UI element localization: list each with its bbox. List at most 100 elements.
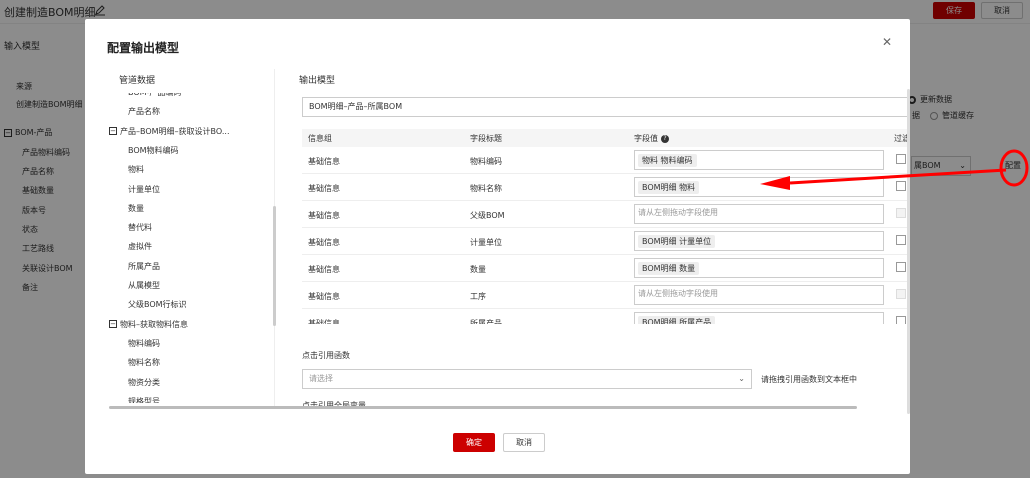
func-placeholder: 请选择 <box>309 374 333 383</box>
tree-item[interactable]: 物料编码 <box>128 335 160 353</box>
table-row: 基础信息 物料名称 BOM明细 物料 <box>302 174 909 201</box>
tree-item[interactable]: BOM物料编码 <box>128 142 179 160</box>
field-value-input[interactable]: 物料 物料编码 <box>634 150 884 170</box>
tree-item-label: 所属产品 <box>128 261 160 271</box>
tree-item-label: 从属模型 <box>128 281 160 290</box>
col-value-label: 字段值 <box>634 134 658 143</box>
cell-field: 数量 <box>470 265 486 274</box>
confirm-button[interactable]: 确定 <box>453 433 495 452</box>
tree-item[interactable]: 所属产品 <box>128 258 160 276</box>
table-header: 信息组 字段标题 字段值? 过滤 <box>302 129 909 147</box>
field-value-input[interactable]: BOM明细 所属产品 <box>634 312 884 324</box>
tree-item[interactable]: 产品名称 <box>128 103 160 121</box>
tree-item-label: 数量 <box>128 203 144 213</box>
cell-field: 所属产品 <box>470 319 502 324</box>
tree-item[interactable]: 物料 <box>128 161 144 179</box>
tree-item[interactable]: 虚拟件 <box>128 238 152 256</box>
output-model-panel: 输出模型 BOM明细–产品–所属BOM 信息组 字段标题 字段值? 过滤 基础信… <box>289 69 909 409</box>
field-value-input[interactable]: BOM明细 物料 <box>634 177 884 197</box>
filter-checkbox[interactable] <box>896 181 906 191</box>
close-icon[interactable]: ✕ <box>882 35 892 49</box>
tree-group[interactable]: − 产品–BOM明细–获取设计BO... <box>109 123 230 141</box>
collapse-icon[interactable]: − <box>109 320 117 329</box>
help-icon[interactable]: ? <box>661 134 669 143</box>
tree-item[interactable]: 替代料 <box>128 219 152 237</box>
output-model-title: 输出模型 <box>299 76 336 86</box>
tree-item-label: 虚拟件 <box>128 242 152 252</box>
table-row: 基础信息 工序 请从左侧拖动字段使用 <box>302 282 909 309</box>
field-table: 信息组 字段标题 字段值? 过滤 基础信息 物料编码 物料 物料编码 基础信息 物料名称… <box>302 129 909 324</box>
value-tag[interactable]: 物料 物料编码 <box>638 154 697 167</box>
cell-field: 父级BOM <box>470 211 505 220</box>
right-scrollbar[interactable] <box>907 89 910 414</box>
value-tag[interactable]: BOM明细 物料 <box>638 181 700 194</box>
filter-checkbox[interactable] <box>896 235 906 245</box>
filter-checkbox[interactable] <box>896 262 906 272</box>
tree-item-label: 父级BOM行标识 <box>128 300 187 310</box>
tree-item[interactable]: 计量单位 <box>128 181 160 199</box>
table-row: 基础信息 物料编码 物料 物料编码 <box>302 147 909 174</box>
func-label: 点击引用函数 <box>302 351 350 360</box>
cell-group: 基础信息 <box>308 184 340 193</box>
output-model-input[interactable]: BOM明细–产品–所属BOM <box>302 97 909 117</box>
left-scrollbar[interactable] <box>273 206 276 326</box>
field-value-input[interactable]: 请从左侧拖动字段使用 <box>634 285 884 305</box>
tree-item[interactable]: 从属模型 <box>128 277 160 295</box>
field-value-input[interactable]: BOM明细 数量 <box>634 258 884 278</box>
tree-item-label: 物料名称 <box>128 358 160 368</box>
filter-checkbox <box>896 208 906 218</box>
tree-item-label: 物料 <box>128 165 144 175</box>
tree-item[interactable]: BOM-产品编码 <box>128 93 181 102</box>
col-value: 字段值? <box>634 133 669 144</box>
field-value-input[interactable]: BOM明细 计量单位 <box>634 231 884 251</box>
tree-item-label: 产品–BOM明细–获取设计BO... <box>120 126 230 136</box>
config-output-modal: 配置输出模型 ✕ 管道数据 BOM-产品编码产品名称−产品–BOM明细–获取设计… <box>85 19 910 474</box>
field-value-input[interactable]: 请从左侧拖动字段使用 <box>634 204 884 224</box>
cell-group: 基础信息 <box>308 292 340 301</box>
pipeline-data-panel: 管道数据 BOM-产品编码产品名称−产品–BOM明细–获取设计BO...BOM物… <box>109 69 275 407</box>
filter-checkbox[interactable] <box>896 154 906 164</box>
filter-checkbox <box>896 289 906 299</box>
cell-group: 基础信息 <box>308 265 340 274</box>
tree-item-label: 规格型号 <box>128 396 160 403</box>
cell-field: 物料名称 <box>470 184 502 193</box>
table-row: 基础信息 父级BOM 请从左侧拖动字段使用 <box>302 201 909 228</box>
value-tag[interactable]: BOM明细 所属产品 <box>638 316 716 324</box>
table-row: 基础信息 所属产品 BOM明细 所属产品 <box>302 309 909 324</box>
cell-field: 工序 <box>470 292 486 301</box>
collapse-icon[interactable]: − <box>109 127 117 136</box>
tree-item-label: 计量单位 <box>128 184 160 194</box>
tree-item[interactable]: 父级BOM行标识 <box>128 296 187 314</box>
modal-cancel-button[interactable]: 取消 <box>503 433 545 452</box>
value-tag[interactable]: BOM明细 数量 <box>638 262 700 275</box>
table-row: 基础信息 计量单位 BOM明细 计量单位 <box>302 228 909 255</box>
tree-item[interactable]: 规格型号 <box>128 393 160 403</box>
cell-field: 计量单位 <box>470 238 502 247</box>
cell-field: 物料编码 <box>470 157 502 166</box>
col-group: 信息组 <box>308 134 332 143</box>
col-field: 字段标题 <box>470 134 502 143</box>
cell-group: 基础信息 <box>308 157 340 166</box>
tree-item[interactable]: 物料名称 <box>128 354 160 372</box>
tree-item-label: 产品名称 <box>128 107 160 117</box>
func-hint: 请拖拽引用函数到文本框中 <box>761 375 857 384</box>
pipeline-tree: BOM-产品编码产品名称−产品–BOM明细–获取设计BO...BOM物料编码物料… <box>109 93 269 403</box>
cell-group: 基础信息 <box>308 238 340 247</box>
tree-item-label: 替代料 <box>128 223 152 233</box>
value-placeholder: 请从左侧拖动字段使用 <box>638 208 718 217</box>
chevron-down-icon: ⌄ <box>738 374 745 383</box>
table-row: 基础信息 数量 BOM明细 数量 <box>302 255 909 282</box>
pipeline-data-title: 管道数据 <box>119 76 156 86</box>
tree-item[interactable]: 数量 <box>128 200 144 218</box>
horizontal-scrollbar[interactable] <box>109 406 857 409</box>
value-tag[interactable]: BOM明细 计量单位 <box>638 235 716 248</box>
tree-item-label: BOM-产品编码 <box>128 93 181 97</box>
modal-title: 配置输出模型 <box>107 41 180 55</box>
tree-item[interactable]: 物资分类 <box>128 374 160 392</box>
value-placeholder: 请从左侧拖动字段使用 <box>638 289 718 298</box>
func-select[interactable]: 请选择 ⌄ <box>302 369 752 389</box>
tree-group[interactable]: − 物料–获取物料信息 <box>109 316 188 334</box>
tree-item-label: 物料编码 <box>128 338 160 348</box>
cell-group: 基础信息 <box>308 211 340 220</box>
filter-checkbox[interactable] <box>896 316 906 324</box>
